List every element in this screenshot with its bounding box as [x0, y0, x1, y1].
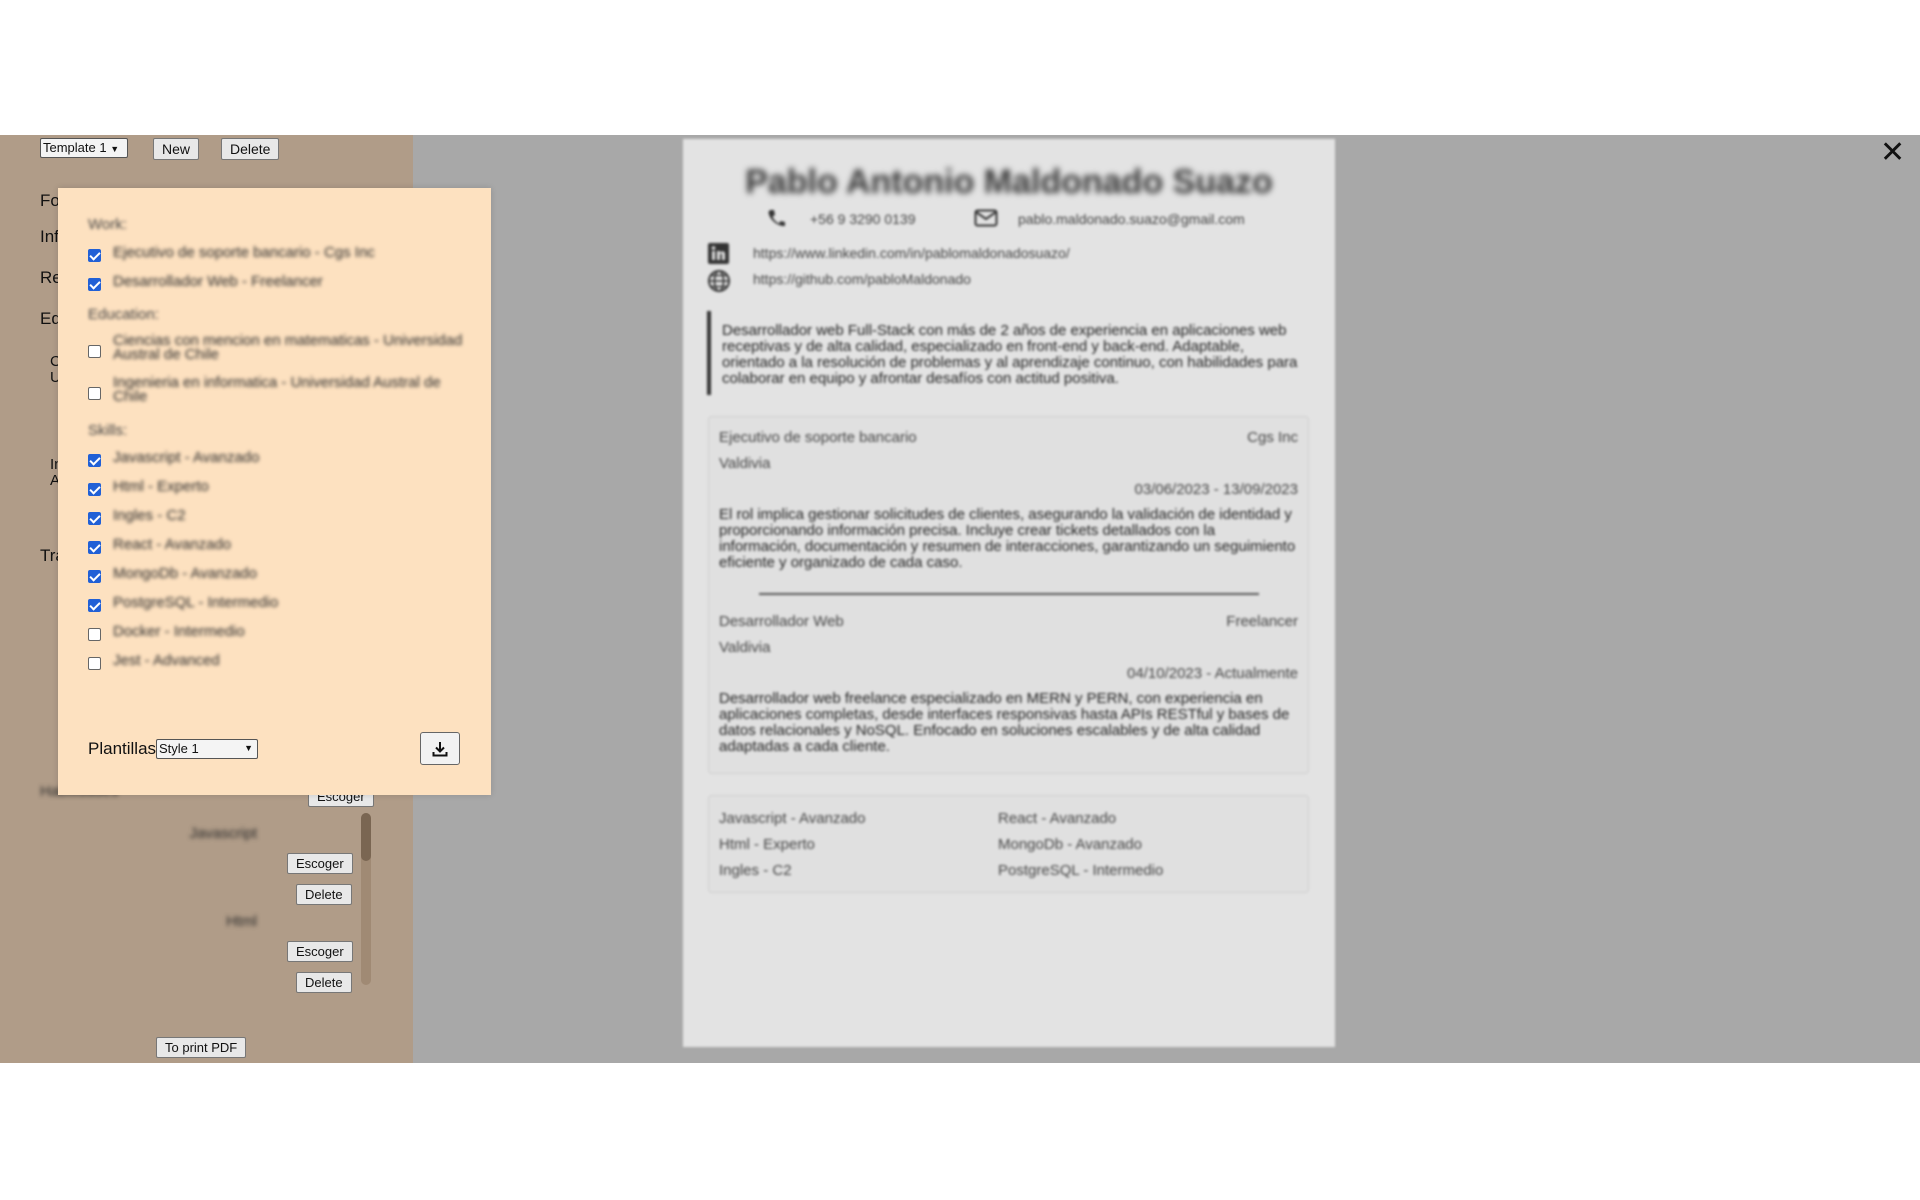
- education-heading: Education:: [88, 306, 159, 323]
- skills-heading: Skills:: [88, 422, 128, 439]
- style-select[interactable]: Style 1 ▼: [156, 739, 258, 759]
- skills-box: Javascript - Avanzado React - Avanzado H…: [708, 795, 1309, 893]
- scrollbar-thumb[interactable]: [361, 813, 371, 861]
- work-option[interactable]: Ejecutivo de soporte bancario - Cgs Inc: [88, 244, 468, 262]
- checkbox[interactable]: [88, 278, 101, 291]
- skill-escoger-button[interactable]: Escoger: [287, 941, 353, 962]
- sidebar-label-fragment: Fo: [40, 191, 60, 210]
- checkbox[interactable]: [88, 345, 101, 358]
- resume-skill: React - Avanzado: [998, 810, 1117, 827]
- checkbox[interactable]: [88, 628, 101, 641]
- checkbox[interactable]: [88, 454, 101, 467]
- delete-template-button[interactable]: Delete: [221, 138, 280, 160]
- skill-option[interactable]: MongoDb - Avanzado: [88, 565, 468, 583]
- skill-escoger-button[interactable]: Escoger: [287, 853, 353, 874]
- phone-icon: [768, 210, 785, 227]
- skill-delete-button[interactable]: Delete: [296, 884, 352, 905]
- education-option[interactable]: Ingenieria en informatica - Universidad …: [88, 374, 468, 405]
- job-company: Cgs Inc: [1247, 429, 1298, 446]
- resume-linkedin: https://www.linkedin.com/in/pablomaldona…: [753, 245, 1070, 261]
- checkbox[interactable]: [88, 483, 101, 496]
- resume-github: https://github.com/pabloMaldonado: [753, 271, 971, 287]
- job-description: El rol implica gestionar solicitudes de …: [719, 506, 1296, 571]
- skill-option[interactable]: Ingles - C2: [88, 507, 468, 525]
- work-heading: Work:: [88, 216, 127, 233]
- checkbox[interactable]: [88, 570, 101, 583]
- job-dates: 03/06/2023 - 13/09/2023: [1134, 481, 1298, 498]
- checkbox[interactable]: [88, 599, 101, 612]
- resume-preview: Pablo Antonio Maldonado Suazo +56 9 3290…: [683, 139, 1335, 1047]
- skill-option-label: Jest - Advanced: [113, 652, 220, 669]
- work-option-label: Ejecutivo de soporte bancario - Cgs Inc: [113, 244, 375, 261]
- skill-delete-button[interactable]: Delete: [296, 972, 352, 993]
- template-select[interactable]: Template 1 ▼: [40, 138, 128, 158]
- download-icon: [432, 741, 448, 756]
- skill-name: Html: [226, 913, 257, 930]
- job-location: Valdivia: [719, 639, 771, 656]
- resume-email: pablo.maldonado.suazo@gmail.com: [1018, 211, 1245, 227]
- skill-option[interactable]: Html - Experto: [88, 478, 468, 496]
- checkbox[interactable]: [88, 512, 101, 525]
- resume-skill: Html - Experto: [719, 836, 815, 853]
- plantillas-label: Plantillas:: [88, 739, 161, 758]
- skill-option-label: Docker - Intermedio: [113, 623, 245, 640]
- job-company: Freelancer: [1226, 613, 1298, 630]
- skill-option[interactable]: Docker - Intermedio: [88, 623, 468, 641]
- job-dates: 04/10/2023 - Actualmente: [1127, 665, 1298, 682]
- new-button[interactable]: New: [153, 138, 200, 160]
- skill-name: Javascript: [189, 825, 257, 842]
- skill-option-label: Html - Experto: [113, 478, 209, 495]
- skill-option-label: Ingles - C2: [113, 507, 186, 524]
- checkbox[interactable]: [88, 541, 101, 554]
- work-option[interactable]: Desarrollador Web - Freelancer: [88, 273, 468, 291]
- linkedin-icon: [708, 243, 729, 264]
- checkbox[interactable]: [88, 657, 101, 670]
- resume-summary: Desarrollador web Full-Stack con más de …: [722, 322, 1298, 387]
- job-description: Desarrollador web freelance especializad…: [719, 690, 1290, 755]
- skill-option-label: React - Avanzado: [113, 536, 232, 553]
- skill-option[interactable]: PostgreSQL - Intermedio: [88, 594, 468, 612]
- work-experience-box: Ejecutivo de soporte bancario Cgs Inc Va…: [708, 416, 1309, 774]
- education-option[interactable]: Ciencias con mencion en matematicas - Un…: [88, 332, 468, 363]
- skills-scrollbar[interactable]: [361, 813, 371, 985]
- resume-skill: PostgreSQL - Intermedio: [998, 862, 1164, 879]
- summary-accent-bar: [707, 311, 711, 395]
- checkbox[interactable]: [88, 249, 101, 262]
- job-location: Valdivia: [719, 455, 771, 472]
- education-option-label: Ciencias con mencion en matematicas - Un…: [113, 332, 463, 363]
- resume-name: Pablo Antonio Maldonado Suazo: [745, 163, 1273, 201]
- resume-phone: +56 9 3290 0139: [810, 211, 916, 227]
- download-button[interactable]: [420, 732, 460, 765]
- globe-icon: [708, 270, 730, 292]
- section-selector-popup: Work: Ejecutivo de soporte bancario - Cg…: [58, 188, 491, 795]
- resume-skill: MongoDb - Avanzado: [998, 836, 1142, 853]
- work-option-label: Desarrollador Web - Freelancer: [113, 273, 323, 290]
- app-overlay-backdrop: Template 1 ▼ New Delete Fo Inf Re Ed C U…: [0, 135, 1920, 1063]
- skill-option[interactable]: Jest - Advanced: [88, 652, 468, 670]
- checkbox[interactable]: [88, 387, 101, 400]
- close-icon[interactable]: ✕: [1880, 138, 1905, 168]
- job-title: Desarrollador Web: [719, 613, 844, 630]
- skill-option[interactable]: React - Avanzado: [88, 536, 468, 554]
- skill-option-label: MongoDb - Avanzado: [113, 565, 257, 582]
- skill-option-label: PostgreSQL - Intermedio: [113, 594, 279, 611]
- education-option-label: Ingenieria en informatica - Universidad …: [113, 374, 441, 405]
- skill-option-label: Javascript - Avanzado: [113, 449, 260, 466]
- job-divider: [759, 593, 1259, 595]
- sidebar-label-fragment: Inf: [40, 227, 59, 246]
- resume-skill: Ingles - C2: [719, 862, 792, 879]
- skill-option[interactable]: Javascript - Avanzado: [88, 449, 468, 467]
- print-pdf-button[interactable]: To print PDF: [156, 1037, 247, 1058]
- resume-skill: Javascript - Avanzado: [719, 810, 866, 827]
- job-title: Ejecutivo de soporte bancario: [719, 429, 917, 446]
- mail-icon: [974, 209, 998, 227]
